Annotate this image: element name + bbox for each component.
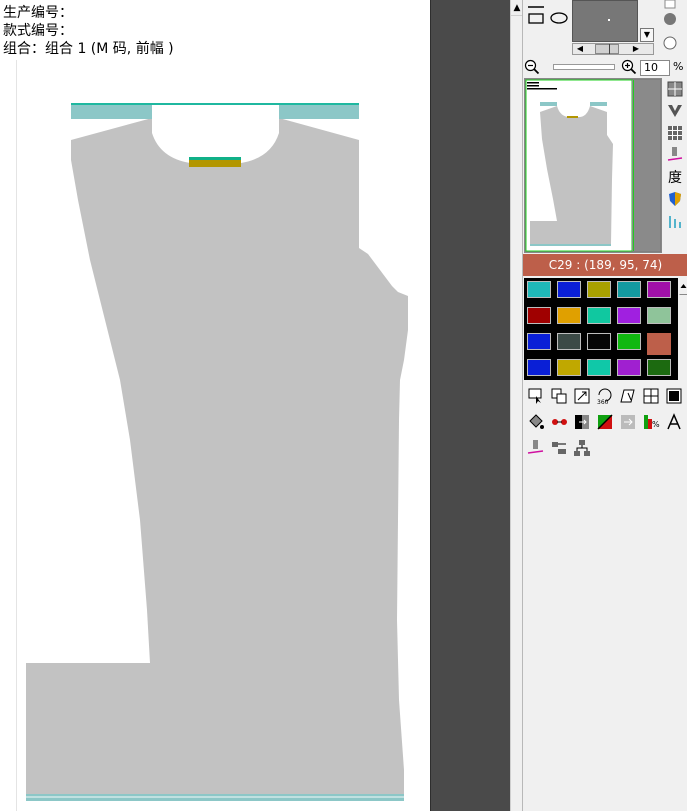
garment-front-panel[interactable] (0, 0, 430, 811)
palette-scrollbar[interactable] (679, 278, 687, 380)
pattern-selector[interactable] (572, 0, 638, 42)
copy-shape-icon[interactable] (549, 386, 569, 406)
color-swatch[interactable] (617, 307, 641, 324)
color-split-icon[interactable] (595, 412, 615, 432)
rectangle-tool-icon[interactable] (524, 9, 548, 27)
color-swatch[interactable] (557, 333, 581, 350)
shield-icon[interactable] (664, 188, 686, 210)
color-swatch[interactable] (617, 333, 641, 350)
align-tree-icon[interactable] (572, 438, 592, 458)
bucket-icon[interactable] (526, 412, 546, 432)
percent-color-icon[interactable]: % (641, 412, 661, 432)
tile-grid-icon[interactable] (664, 122, 686, 144)
color-swatch[interactable] (587, 281, 611, 298)
right-shoulder-rib (279, 103, 359, 119)
preview-thumbnail (525, 79, 660, 252)
canvas-overflow-area (430, 0, 510, 811)
color-swatch[interactable] (527, 333, 551, 350)
left-arrow-icon[interactable]: ◀ (575, 44, 585, 54)
current-color-readout: C29 : (189, 95, 74) (523, 254, 687, 276)
v-neck-icon[interactable] (664, 100, 686, 122)
measure-pen-small-icon[interactable] (526, 438, 546, 458)
color-swatch[interactable] (617, 359, 641, 376)
color-swatch[interactable] (527, 307, 551, 324)
neck-band-top (189, 157, 241, 160)
left-shoulder-rib (71, 103, 152, 119)
rotate-360-icon[interactable]: 360 (595, 386, 615, 406)
design-canvas[interactable]: 生产编号： 款式编号： 组合：组合 1 (M 码, 前幅 ) (0, 0, 430, 811)
color-replace-icon[interactable] (549, 412, 569, 432)
color-swatch[interactable] (647, 333, 671, 355)
chevron-down-icon[interactable]: ▼ (640, 28, 654, 42)
color-swatch[interactable] (557, 307, 581, 324)
align-left-icon[interactable] (549, 438, 569, 458)
pattern-marker (608, 19, 610, 21)
grid-icon[interactable] (664, 78, 686, 100)
bottom-rib-stitches (26, 796, 404, 798)
knit-design-window: 生产编号： 款式编号： 组合：组合 1 (M 码, 前幅 ) ▲ ▼ ◀ ▶ 1… (0, 0, 687, 811)
degree-icon[interactable]: 度 (664, 166, 686, 188)
crop-icon[interactable] (641, 386, 661, 406)
navigator-preview[interactable] (524, 78, 662, 253)
color-swatch[interactable] (647, 307, 671, 324)
edit-tools: 360 % (523, 386, 687, 466)
zoom-unit-label: % (673, 60, 684, 73)
select-rect-icon[interactable] (526, 386, 546, 406)
invert-icon[interactable] (572, 412, 592, 432)
zoom-slider[interactable] (553, 64, 615, 70)
gray-arrow-icon[interactable] (618, 412, 638, 432)
text-tool-icon[interactable] (664, 412, 684, 432)
right-arrow-icon[interactable]: ▶ (631, 44, 641, 54)
color-swatch[interactable] (557, 359, 581, 376)
neck-band (189, 160, 241, 167)
color-swatch[interactable] (527, 281, 551, 298)
color-swatch[interactable] (587, 333, 611, 350)
outline-circle-brush-icon[interactable] (660, 34, 680, 52)
slider-thumb[interactable] (595, 44, 619, 54)
color-swatch[interactable] (647, 281, 671, 298)
bar-chart-icon[interactable] (664, 210, 686, 232)
filled-circle-brush-icon[interactable] (660, 10, 680, 28)
color-swatch-palette[interactable] (524, 278, 678, 380)
fill-square-icon[interactable] (664, 386, 684, 406)
zoom-value-field[interactable]: 10 (640, 60, 670, 76)
color-swatch[interactable] (527, 359, 551, 376)
measure-pen-icon[interactable] (664, 144, 686, 166)
resize-icon[interactable] (572, 386, 592, 406)
garment-body (26, 118, 408, 795)
canvas-vertical-scrollbar[interactable]: ▲ (510, 0, 523, 811)
color-swatch[interactable] (647, 359, 671, 376)
tool-panel: ▼ ◀ ▶ 10 % 度 C29: (189, 95, 74) 360 % (522, 0, 687, 811)
svg-text:360: 360 (597, 399, 609, 405)
color-swatch[interactable] (617, 281, 641, 298)
color-swatch[interactable] (587, 307, 611, 324)
ellipse-tool-icon[interactable] (547, 9, 571, 27)
svg-text:%: % (652, 420, 660, 429)
color-swatch[interactable] (557, 281, 581, 298)
zoom-in-icon[interactable] (621, 59, 637, 75)
slider-tick (609, 44, 610, 54)
color-swatch[interactable] (587, 359, 611, 376)
pattern-horizontal-slider[interactable]: ◀ ▶ (572, 43, 654, 55)
top-rib-line (71, 103, 359, 105)
skew-icon[interactable] (618, 386, 638, 406)
zoom-out-icon[interactable] (524, 59, 540, 75)
